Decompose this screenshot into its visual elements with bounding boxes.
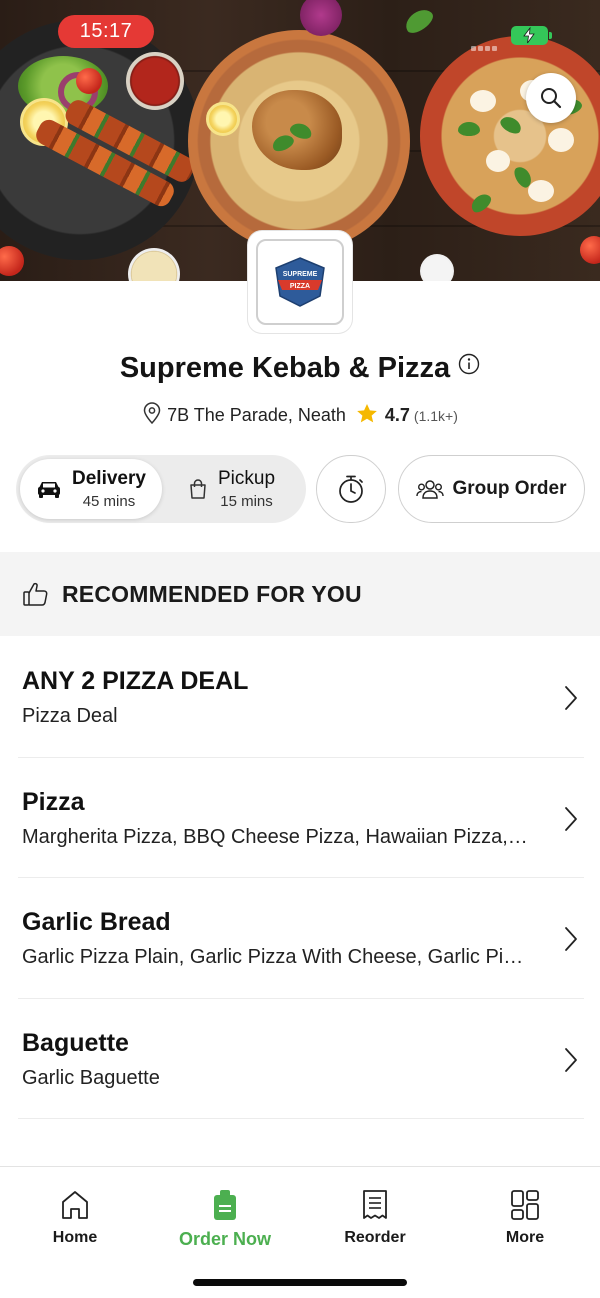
thumbs-up-icon xyxy=(22,581,50,607)
delivery-label: Delivery xyxy=(72,468,146,489)
nav-order-now-label: Order Now xyxy=(178,1229,271,1249)
location-pin-icon xyxy=(142,402,162,429)
car-icon xyxy=(36,479,62,499)
rating-value: 4.7 xyxy=(384,405,410,425)
nav-reorder-label: Reorder xyxy=(344,1229,406,1246)
stopwatch-icon xyxy=(339,475,363,503)
recommended-header: RECOMMENDED FOR YOU xyxy=(0,552,600,636)
svg-text:PIZZA: PIZZA xyxy=(290,283,310,290)
search-icon xyxy=(541,88,562,109)
category-title: Pizza xyxy=(22,787,85,816)
nav-order-now[interactable]: Order Now xyxy=(165,1189,285,1250)
search-button[interactable] xyxy=(526,73,576,123)
shopping-bag-icon xyxy=(188,478,208,500)
divider xyxy=(18,1118,584,1119)
svg-text:SUPREME: SUPREME xyxy=(283,271,318,278)
chevron-right-icon xyxy=(563,685,579,711)
delivery-option[interactable]: Delivery 45 mins xyxy=(20,459,162,519)
delivery-time: 45 mins xyxy=(82,493,136,510)
grid-icon xyxy=(511,1190,539,1220)
recommended-title: RECOMMENDED FOR YOU xyxy=(62,580,362,607)
pickup-label: Pickup xyxy=(218,468,276,489)
list-item[interactable]: ANY 2 PIZZA DEAL Pizza Deal xyxy=(0,637,600,758)
logo-emblem-icon: SUPREME PIZZA xyxy=(275,257,325,307)
restaurant-logo: SUPREME PIZZA xyxy=(248,231,352,333)
group-order-button[interactable]: Group Order xyxy=(398,455,585,523)
order-mode-switch: Delivery 45 mins Pickup 15 mins xyxy=(16,455,306,523)
status-time: 15:17 xyxy=(58,15,154,48)
category-description: Pizza Deal xyxy=(22,705,118,727)
category-description: Margherita Pizza, BBQ Cheese Pizza, Hawa… xyxy=(22,825,528,848)
menu-category-list: ANY 2 PIZZA DEAL Pizza Deal Pizza Marghe… xyxy=(0,637,600,1119)
battery-charging-icon xyxy=(511,26,552,45)
star-icon xyxy=(356,403,378,429)
pickup-time: 15 mins xyxy=(220,493,273,510)
restaurant-name-row: Supreme Kebab & Pizza xyxy=(0,352,600,385)
list-item[interactable]: Garlic Bread Garlic Pizza Plain, Garlic … xyxy=(0,878,600,999)
chevron-right-icon xyxy=(563,926,579,952)
restaurant-name: Supreme Kebab & Pizza xyxy=(119,352,451,384)
category-description: Garlic Pizza Plain, Garlic Pizza With Ch… xyxy=(22,946,532,968)
category-description: Garlic Baguette xyxy=(22,1066,160,1089)
order-bag-icon xyxy=(214,1190,236,1220)
group-order-label: Group Order xyxy=(452,478,567,499)
receipt-icon xyxy=(363,1190,387,1219)
pickup-option[interactable]: Pickup 15 mins xyxy=(172,459,302,519)
schedule-button[interactable] xyxy=(316,455,386,523)
list-item[interactable]: Baguette Garlic Baguette xyxy=(0,999,600,1119)
rating-count: (1.1k+) xyxy=(413,407,458,424)
nav-reorder[interactable]: Reorder xyxy=(315,1189,435,1247)
home-icon xyxy=(62,1191,88,1219)
category-title: Garlic Bread xyxy=(22,908,171,936)
chevron-right-icon xyxy=(563,806,579,832)
home-indicator[interactable] xyxy=(193,1279,407,1286)
chevron-right-icon xyxy=(563,1047,579,1073)
list-item[interactable]: Pizza Margherita Pizza, BBQ Cheese Pizza… xyxy=(0,758,600,878)
signal-icon xyxy=(471,38,505,51)
category-title: ANY 2 PIZZA DEAL xyxy=(22,667,249,695)
nav-more-label: More xyxy=(505,1229,545,1246)
nav-home[interactable]: Home xyxy=(15,1189,135,1247)
nav-home-label: Home xyxy=(52,1229,98,1246)
restaurant-address: 7B The Parade, Neath xyxy=(167,405,346,425)
nav-more[interactable]: More xyxy=(465,1189,585,1247)
info-icon[interactable] xyxy=(458,350,480,383)
group-users-icon xyxy=(416,477,445,501)
restaurant-meta: 7B The Parade, Neath 4.7 (1.1k+) xyxy=(0,402,600,429)
category-title: Baguette xyxy=(22,1028,129,1057)
